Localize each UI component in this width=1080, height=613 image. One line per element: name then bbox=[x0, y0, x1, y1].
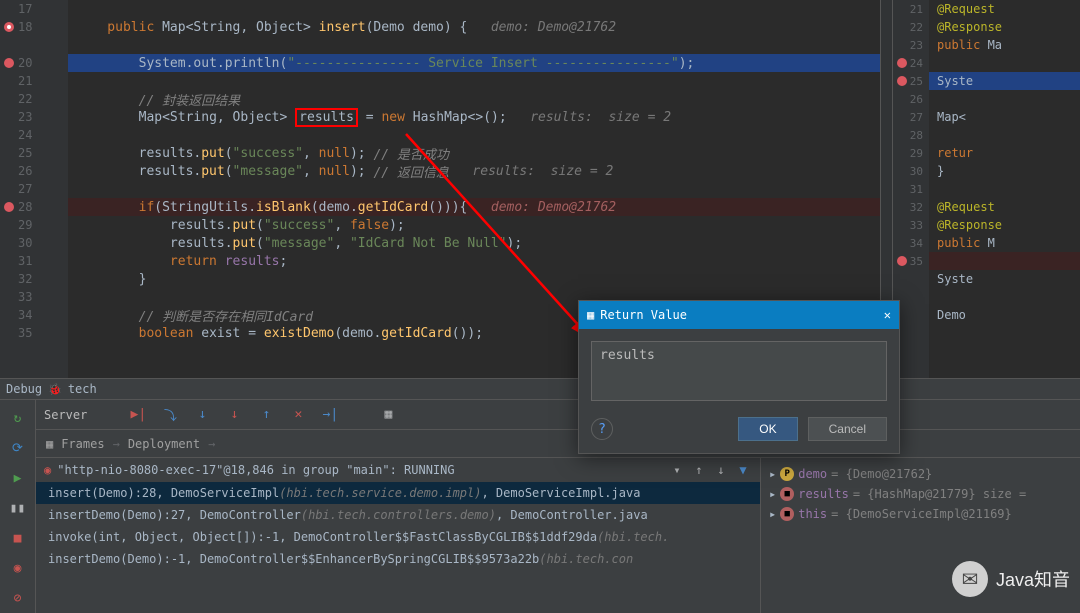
frames-tab-icon: ▦ bbox=[46, 437, 53, 451]
mute-breakpoints-icon[interactable]: ⊘ bbox=[6, 586, 30, 610]
variable-row[interactable]: ▸Pdemo = {Demo@21762} bbox=[769, 464, 1072, 484]
wechat-icon: ✉ bbox=[952, 561, 988, 597]
dropdown-icon[interactable]: ▾ bbox=[668, 463, 686, 477]
dialog-title: Return Value bbox=[600, 308, 687, 322]
dialog-titlebar[interactable]: ▦ Return Value ✕ bbox=[579, 301, 899, 329]
refresh-icon[interactable]: ⟳ bbox=[6, 436, 30, 460]
return-value-dialog: ▦ Return Value ✕ ? OK Cancel bbox=[578, 300, 900, 454]
debug-tab-label[interactable]: Debug bbox=[6, 382, 42, 396]
step-into-icon[interactable]: ↓ bbox=[191, 404, 213, 426]
frames-tab[interactable]: Frames bbox=[61, 437, 104, 451]
dialog-icon: ▦ bbox=[587, 308, 594, 322]
debug-sidebar: ↻ ⟳ ▶ ▮▮ ■ ◉ ⊘ bbox=[0, 400, 36, 613]
show-exec-point-icon[interactable]: ▶| bbox=[127, 404, 149, 426]
deployment-tab[interactable]: Deployment bbox=[128, 437, 200, 451]
ok-button[interactable]: OK bbox=[738, 417, 797, 441]
debug-tab-bar: Debug 🐞 tech bbox=[0, 378, 1080, 400]
preview-editor: 212223242526272829303132333435 @Request … bbox=[892, 0, 1080, 378]
stack-frame[interactable]: invoke(int, Object, Object[]):-1, DemoCo… bbox=[36, 526, 760, 548]
variable-row[interactable]: ▸■results = {HashMap@21779} size = bbox=[769, 484, 1072, 504]
thread-selector[interactable]: ◉ "http-nio-8080-exec-17"@18,846 in grou… bbox=[36, 458, 760, 482]
server-tab[interactable]: Server bbox=[44, 408, 87, 422]
stack-frame[interactable]: insert(Demo):28, DemoServiceImpl (hbi.te… bbox=[36, 482, 760, 504]
gutter: 171820212223242526272829303132333435 bbox=[0, 0, 68, 378]
stack-frame[interactable]: insertDemo(Demo):27, DemoController (hbi… bbox=[36, 504, 760, 526]
debug-panel: ↻ ⟳ ▶ ▮▮ ■ ◉ ⊘ Server ▶| ⤵ ↓ ↓ ↑ ✕ →| ▦ … bbox=[0, 400, 1080, 613]
debug-config-name: tech bbox=[68, 382, 97, 396]
debug-toolbar: Server ▶| ⤵ ↓ ↓ ↑ ✕ →| ▦ bbox=[36, 400, 1080, 430]
next-frame-icon[interactable]: ↓ bbox=[712, 463, 730, 477]
stop-icon[interactable]: ■ bbox=[6, 526, 30, 550]
expression-input[interactable] bbox=[591, 341, 887, 401]
drop-frame-icon[interactable]: ✕ bbox=[287, 404, 309, 426]
evaluate-expression-icon[interactable]: ▦ bbox=[377, 404, 399, 426]
force-step-into-icon[interactable]: ↓ bbox=[223, 404, 245, 426]
help-icon[interactable]: ? bbox=[591, 418, 613, 440]
resume-icon[interactable]: ▶ bbox=[6, 466, 30, 490]
step-out-icon[interactable]: ↑ bbox=[255, 404, 277, 426]
view-breakpoints-icon[interactable]: ◉ bbox=[6, 556, 30, 580]
variable-highlight: results bbox=[295, 108, 358, 127]
bug-icon: 🐞 bbox=[48, 383, 62, 396]
filter-icon[interactable]: ▼ bbox=[734, 463, 752, 477]
prev-frame-icon[interactable]: ↑ bbox=[690, 463, 708, 477]
variable-row[interactable]: ▸■this = {DemoServiceImpl@21169} bbox=[769, 504, 1072, 524]
rerun-icon[interactable]: ↻ bbox=[6, 406, 30, 430]
close-icon[interactable]: ✕ bbox=[884, 308, 891, 322]
watermark: ✉ Java知音 bbox=[952, 561, 1070, 597]
stack-frame[interactable]: insertDemo(Demo):-1, DemoController$$Enh… bbox=[36, 548, 760, 570]
frames-list[interactable]: ◉ "http-nio-8080-exec-17"@18,846 in grou… bbox=[36, 458, 760, 613]
cancel-button[interactable]: Cancel bbox=[808, 417, 887, 441]
step-over-icon[interactable]: ⤵ bbox=[159, 404, 181, 426]
pause-icon[interactable]: ▮▮ bbox=[6, 496, 30, 520]
debug-sub-toolbar: ▦ Frames → Deployment → bbox=[36, 430, 1080, 458]
editor-area: 171820212223242526272829303132333435 pub… bbox=[0, 0, 1080, 378]
run-to-cursor-icon[interactable]: →| bbox=[319, 404, 341, 426]
